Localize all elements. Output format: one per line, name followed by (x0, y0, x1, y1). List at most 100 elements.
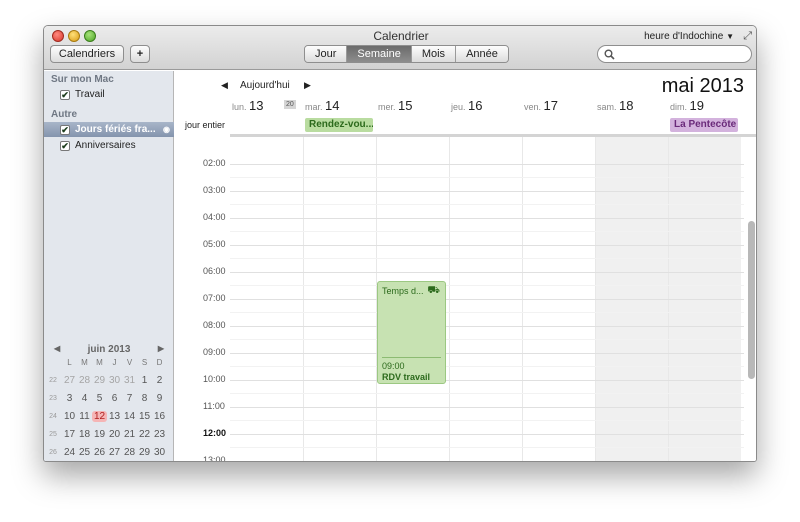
event-block[interactable]: Temps d... ⛟ 09:00 RDV travail (377, 281, 446, 384)
all-day-label: jour entier (185, 120, 226, 130)
travel-divider (382, 357, 441, 358)
section-title-other: Autre (51, 109, 78, 120)
mini-day[interactable]: 27 (107, 447, 122, 458)
mini-day[interactable]: 12 (92, 410, 107, 422)
day-name: L (67, 358, 72, 367)
day-header[interactable]: mar. 14 (305, 98, 378, 116)
mini-day[interactable]: 6 (107, 393, 122, 404)
week-number: 25 (49, 430, 57, 438)
timezone-label: heure d'Indochine (644, 31, 724, 42)
mini-day[interactable]: 21 (122, 429, 137, 440)
time-label: 12:00 (203, 428, 227, 438)
calendar-item-holidays[interactable]: ✔ Jours fériés fra... ◉ (44, 122, 174, 137)
search-input[interactable] (597, 45, 752, 63)
day-header[interactable]: lun. 13 20 (232, 98, 305, 116)
mini-day[interactable]: 23 (152, 429, 167, 440)
mini-day[interactable]: 2 (152, 375, 167, 386)
mini-week-row: 25 17 18 19 20 21 22 23 (44, 425, 174, 443)
checkbox-icon[interactable]: ✔ (60, 89, 70, 100)
mini-day[interactable]: 8 (137, 393, 152, 404)
all-day-event[interactable]: Rendez-vou... (305, 118, 373, 132)
mini-day[interactable]: 24 (62, 447, 77, 458)
mini-week-row: 26 24 25 26 27 28 29 30 (44, 443, 174, 461)
mini-day[interactable]: 14 (122, 411, 137, 422)
search-icon (604, 49, 615, 60)
timezone-menu[interactable]: heure d'Indochine ▼ (644, 31, 734, 42)
mini-day[interactable]: 18 (77, 429, 92, 440)
hour-line (230, 326, 744, 327)
today-button[interactable]: Aujourd'hui (240, 80, 290, 91)
day-name: sam. (597, 102, 620, 112)
mini-day[interactable]: 27 (62, 375, 77, 386)
time-label: 07:00 (203, 293, 226, 303)
mini-day[interactable]: 28 (77, 375, 92, 386)
mini-day[interactable]: 1 (137, 375, 152, 386)
mini-day[interactable]: 20 (107, 429, 122, 440)
day-name: J (112, 358, 117, 367)
mini-day[interactable]: 19 (92, 429, 107, 440)
view-week-button[interactable]: Semaine (347, 46, 412, 62)
view-month-button[interactable]: Mois (411, 46, 457, 62)
calendar-window: Calendrier heure d'Indochine ▼ ⤢ Calendr… (43, 25, 757, 462)
vertical-scrollbar[interactable] (748, 221, 755, 379)
mini-day[interactable]: 28 (122, 447, 137, 458)
mini-day[interactable]: 4 (77, 393, 92, 404)
mini-day[interactable]: 25 (77, 447, 92, 458)
view-year-button[interactable]: Année (456, 46, 508, 62)
previous-week-icon[interactable]: ◀ (221, 80, 228, 91)
mini-day[interactable]: 15 (137, 411, 152, 422)
hour-line (230, 164, 744, 165)
time-label: 10:00 (203, 374, 226, 384)
view-day-button[interactable]: Jour (305, 46, 348, 62)
week-number: 24 (49, 412, 57, 420)
mini-day[interactable]: 10 (62, 411, 77, 422)
day-number: 13 (249, 98, 264, 113)
mini-day[interactable]: 22 (137, 429, 152, 440)
mini-day[interactable]: 31 (122, 375, 137, 386)
day-header[interactable]: mer. 15 (378, 98, 451, 116)
day-header[interactable]: sam. 18 (597, 98, 670, 116)
mini-week-row: 23 3 4 5 6 7 8 9 (44, 389, 174, 407)
time-label: 13:00 (203, 455, 226, 462)
hour-line (230, 434, 744, 435)
time-label: 05:00 (203, 239, 226, 249)
day-name: ven. (524, 102, 544, 112)
mini-day[interactable]: 7 (122, 393, 137, 404)
mini-day[interactable]: 29 (137, 447, 152, 458)
day-name: S (141, 358, 148, 367)
mini-day[interactable]: 9 (152, 393, 167, 404)
mini-day[interactable]: 16 (152, 411, 167, 422)
day-header[interactable]: ven. 17 (524, 98, 597, 116)
mini-day[interactable]: 17 (62, 429, 77, 440)
all-day-event[interactable]: La Pentecôte (670, 118, 738, 132)
day-header[interactable]: dim. 19 (670, 98, 743, 116)
fullscreen-icon[interactable]: ⤢ (743, 30, 752, 43)
time-grid[interactable]: 02:00 03:00 04:00 05:00 06:00 07:00 08:00 09:00… (175, 137, 756, 462)
mini-day[interactable]: 30 (107, 375, 122, 386)
mini-day[interactable]: 26 (92, 447, 107, 458)
day-name: dim. (670, 102, 690, 112)
day-header[interactable]: jeu. 16 (451, 98, 524, 116)
checkbox-icon[interactable]: ✔ (60, 124, 70, 135)
checkbox-icon[interactable]: ✔ (60, 140, 70, 151)
mini-day[interactable]: 13 (107, 411, 122, 422)
hour-line (230, 461, 744, 462)
half-hour-line (230, 420, 744, 421)
mini-day[interactable]: 5 (92, 393, 107, 404)
day-name: V (126, 358, 133, 367)
calendar-item-work[interactable]: ✔ Travail (44, 87, 174, 102)
mini-day[interactable]: 3 (62, 393, 77, 404)
next-week-icon[interactable]: ▶ (304, 80, 311, 91)
next-month-icon[interactable]: ▶ (158, 344, 164, 353)
hour-line (230, 380, 744, 381)
mini-day[interactable]: 11 (77, 411, 92, 422)
mini-calendar: ◀ juin 2013 ▶ L M M J V S D 22 27 28 29 30 31… (44, 344, 174, 461)
mini-day[interactable]: 29 (92, 375, 107, 386)
add-event-button[interactable]: + (130, 45, 150, 63)
event-title: RDV travail (382, 372, 431, 382)
calendars-button[interactable]: Calendriers (50, 45, 124, 63)
mini-day[interactable]: 30 (152, 447, 167, 458)
mini-calendar-header: ◀ juin 2013 ▶ (44, 344, 174, 358)
calendar-item-birthdays[interactable]: ✔ Anniversaires (44, 138, 174, 153)
previous-month-icon[interactable]: ◀ (54, 344, 60, 353)
